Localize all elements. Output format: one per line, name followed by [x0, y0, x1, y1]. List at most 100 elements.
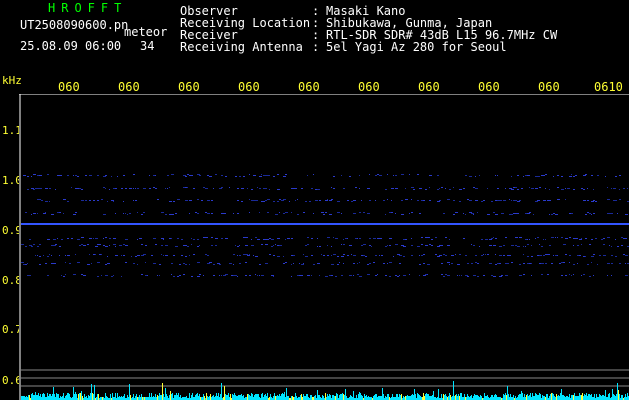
noise-spike: [433, 391, 434, 400]
signal-speck: [169, 201, 172, 202]
signal-speck: [295, 188, 297, 189]
noise-spike: [206, 393, 207, 400]
noise-spike: [397, 394, 398, 400]
signal-speck: [73, 274, 76, 275]
signal-speck: [137, 212, 138, 213]
signal-speck: [53, 245, 56, 246]
signal-speck: [513, 187, 515, 188]
signal-speck: [615, 200, 617, 201]
signal-speck: [153, 175, 155, 176]
signal-speck: [591, 175, 593, 176]
noise-spike: [612, 389, 613, 400]
noise-spike: [92, 393, 93, 400]
signal-speck: [307, 256, 308, 257]
noise-spike: [292, 396, 293, 400]
signal-speck: [357, 238, 358, 239]
signal-speck: [207, 175, 209, 176]
noise-spike: [286, 388, 287, 400]
signal-speck: [345, 238, 347, 239]
signal-speck: [527, 263, 529, 264]
signal-speck: [445, 274, 447, 275]
signal-speck: [129, 188, 132, 189]
signal-speck: [87, 264, 90, 265]
noise-spike: [558, 395, 559, 400]
signal-speck: [497, 188, 499, 189]
signal-speck: [243, 237, 245, 238]
signal-speck: [413, 189, 415, 190]
signal-speck: [227, 274, 228, 275]
signal-speck: [363, 212, 365, 213]
signal-speck: [523, 246, 524, 247]
signal-speck: [385, 214, 386, 215]
noise-spike: [387, 394, 388, 400]
signal-speck: [523, 254, 524, 255]
signal-speck: [533, 214, 534, 215]
signal-speck: [163, 239, 164, 240]
signal-speck: [561, 275, 563, 276]
signal-speck: [75, 212, 77, 213]
x-tick: 060: [358, 80, 380, 94]
signal-speck: [197, 262, 200, 263]
signal-speck: [169, 214, 171, 215]
plot-background: [19, 94, 629, 400]
noise-spike: [97, 394, 98, 400]
signal-speck: [75, 188, 77, 189]
signal-speck: [229, 187, 230, 188]
signal-speck: [355, 238, 357, 239]
signal-speck: [369, 174, 370, 175]
noise-spike: [373, 396, 374, 400]
noise-spike: [438, 389, 439, 400]
signal-speck: [527, 256, 529, 257]
signal-speck: [385, 246, 387, 247]
signal-speck: [437, 246, 440, 247]
noise-spike: [551, 393, 552, 400]
noise-spike: [311, 395, 312, 400]
signal-speck: [477, 276, 479, 277]
signal-speck: [471, 263, 473, 264]
signal-speck: [37, 246, 39, 247]
signal-speck: [519, 275, 522, 276]
signal-speck: [61, 175, 62, 176]
signal-speck: [615, 176, 617, 177]
signal-speck: [459, 189, 462, 190]
signal-speck: [409, 174, 410, 175]
noise-spike: [319, 395, 320, 400]
signal-speck: [283, 199, 286, 200]
signal-speck: [367, 264, 369, 265]
signal-speck: [243, 254, 245, 255]
noise-spike: [171, 394, 172, 400]
signal-speck: [335, 276, 337, 277]
signal-speck: [331, 199, 333, 200]
signal-speck: [221, 175, 223, 176]
signal-speck: [431, 239, 433, 240]
signal-speck: [547, 254, 550, 255]
signal-speck: [103, 238, 104, 239]
signal-speck: [129, 213, 131, 214]
signal-speck: [419, 275, 420, 276]
signal-speck: [499, 276, 502, 277]
signal-speck: [159, 264, 161, 265]
signal-speck: [315, 200, 318, 201]
noise-spike: [527, 394, 528, 400]
noise-spike: [62, 396, 63, 400]
noise-spike: [65, 396, 66, 400]
signal-speck: [161, 238, 164, 239]
noise-spike: [224, 386, 225, 400]
noise-spike: [358, 394, 359, 400]
signal-speck: [183, 187, 185, 188]
noise-spike: [161, 395, 162, 400]
signal-speck: [263, 175, 265, 176]
signal-speck: [417, 200, 419, 201]
signal-speck: [259, 176, 262, 177]
noise-spike: [443, 394, 444, 400]
noise-spike: [350, 395, 351, 400]
signal-speck: [539, 187, 541, 188]
signal-speck: [503, 245, 505, 246]
signal-speck: [271, 239, 274, 240]
signal-speck: [141, 255, 144, 256]
signal-speck: [205, 212, 207, 213]
noise-spike: [295, 393, 296, 400]
noise-spike: [256, 394, 257, 400]
noise-spike: [153, 396, 154, 400]
signal-speck: [425, 274, 427, 275]
